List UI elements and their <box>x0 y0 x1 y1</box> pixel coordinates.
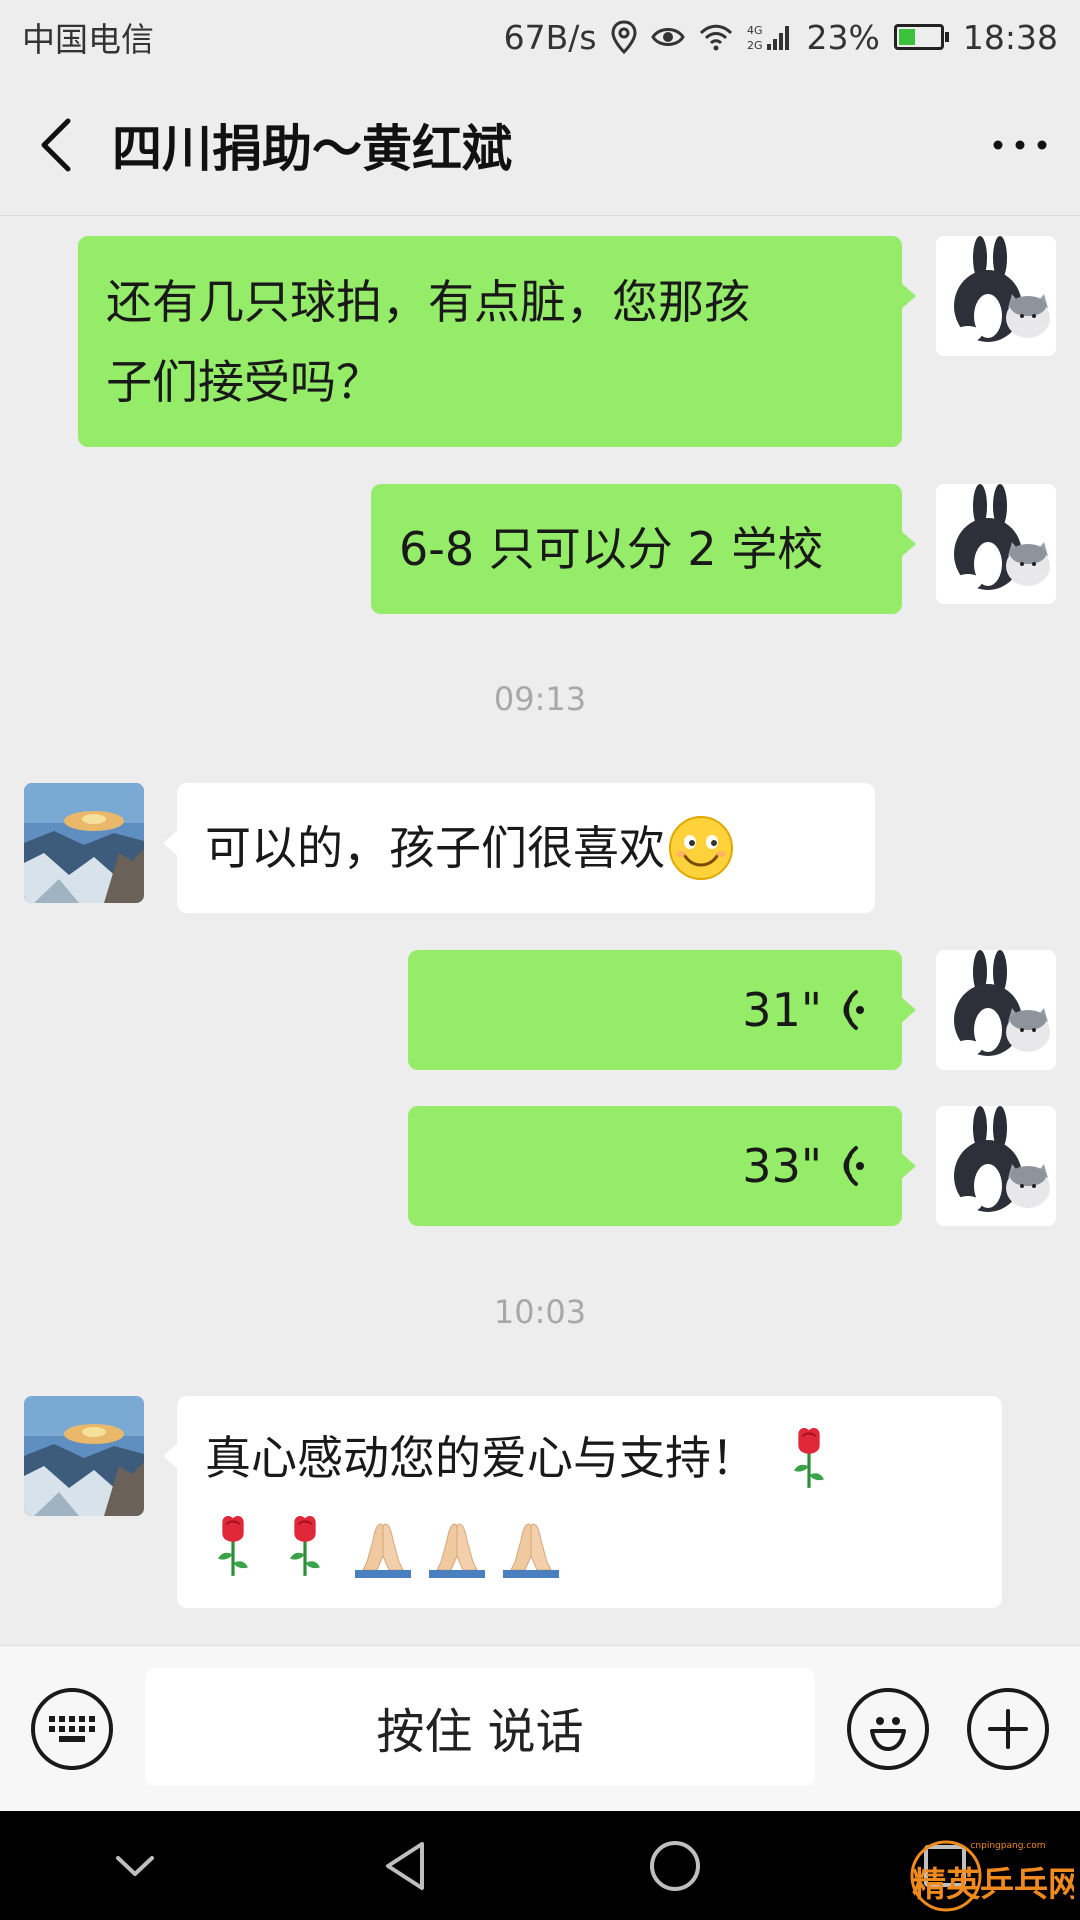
message-timestamp: 10:03 <box>493 1293 587 1331</box>
message-text: 真心感动您的爱心与支持！ <box>205 1431 757 1485</box>
emoji-face-icon <box>870 1717 906 1751</box>
hold-to-talk-button[interactable]: 按住 说话 <box>145 1668 815 1786</box>
chat-title: 四川捐助～黄红斌 <box>112 119 512 178</box>
site-watermark-logo: cnpingpang.com 精英乒乓网 <box>910 1840 1074 1912</box>
collapse-button[interactable] <box>75 1811 195 1920</box>
wifi-icon <box>699 23 733 51</box>
my-avatar[interactable] <box>936 236 1056 356</box>
chat-header: 四川捐助～黄红斌 <box>0 74 1080 216</box>
smile-emoji <box>669 816 733 880</box>
wechat-chat-screen: 中国电信 67B/s 4G 2G 23% 18:38 四川捐助～黄红斌 还有几只… <box>0 0 1080 1920</box>
home-circle-icon <box>650 1840 700 1891</box>
svg-text:2G: 2G <box>747 39 763 52</box>
pray-emoji <box>429 1523 485 1578</box>
nav-home-button[interactable] <box>615 1811 735 1920</box>
collapse-icon <box>116 1855 154 1876</box>
message-bubble-incoming[interactable]: 真心感动您的爱心与支持！ <box>163 1396 1002 1608</box>
contact-avatar[interactable] <box>24 783 144 903</box>
signal-icon: 4G 2G <box>747 22 793 52</box>
chevron-left-icon <box>41 118 71 171</box>
message-text-line: 还有几只球拍，有点脏，您那孩 <box>106 275 750 329</box>
contact-avatar[interactable] <box>24 1396 144 1516</box>
message-text-line: 子们接受吗？ <box>106 355 382 409</box>
voice-wave-icon <box>843 1146 864 1186</box>
emoji-button[interactable] <box>847 1688 929 1770</box>
voice-message-outgoing[interactable]: 31" <box>408 950 916 1070</box>
more-options-button[interactable] <box>960 74 1080 216</box>
my-avatar[interactable] <box>936 950 1056 1070</box>
battery-percent: 23% <box>806 17 880 57</box>
message-text: 6-8 只可以分 2 学校 <box>399 522 824 576</box>
chat-input-bar: 按住 说话 <box>0 1645 1080 1811</box>
network-speed: 67B/s <box>503 17 597 57</box>
eye-icon <box>650 24 685 50</box>
clock: 18:38 <box>962 17 1058 57</box>
location-icon <box>611 20 637 54</box>
carrier-name: 中国电信 <box>22 20 154 59</box>
status-icons: 67B/s 4G 2G 23% 18:38 <box>504 18 1058 57</box>
rose-emoji <box>288 1514 322 1578</box>
my-avatar[interactable] <box>936 484 1056 604</box>
pray-emoji <box>355 1523 411 1578</box>
rose-emoji <box>792 1426 826 1490</box>
battery-icon <box>893 24 949 50</box>
status-bar: 中国电信 67B/s 4G 2G 23% 18:38 <box>0 0 1080 74</box>
message-bubble-outgoing[interactable]: 还有几只球拍，有点脏，您那孩 子们接受吗？ <box>78 236 916 447</box>
nav-back-button[interactable] <box>345 1811 465 1920</box>
more-functions-button[interactable] <box>967 1688 1049 1770</box>
message-bubble-incoming[interactable]: 可以的，孩子们很喜欢 <box>163 783 875 913</box>
pray-emoji <box>503 1523 559 1578</box>
voice-message-outgoing[interactable]: 33" <box>408 1106 916 1226</box>
message-timestamp: 09:13 <box>493 680 587 718</box>
keyboard-icon <box>49 1716 95 1742</box>
message-bubble-outgoing[interactable]: 6-8 只可以分 2 学校 <box>371 484 916 614</box>
plus-icon <box>988 1709 1028 1749</box>
back-triangle-icon <box>386 1841 424 1890</box>
my-avatar[interactable] <box>936 1106 1056 1226</box>
rose-emoji <box>216 1514 250 1578</box>
ellipsis-icon <box>993 140 1047 149</box>
svg-text:4G: 4G <box>747 24 763 37</box>
back-button[interactable] <box>0 74 112 216</box>
svg-text:cnpingpang.com: cnpingpang.com <box>970 1841 1045 1851</box>
voice-duration: 33" <box>742 1139 822 1193</box>
keyboard-toggle-button[interactable] <box>31 1688 113 1770</box>
voice-duration: 31" <box>742 983 822 1037</box>
message-text: 可以的，孩子们很喜欢 <box>205 821 665 875</box>
svg-text:精英乒乓网: 精英乒乓网 <box>912 1865 1074 1905</box>
voice-wave-icon <box>843 990 864 1030</box>
